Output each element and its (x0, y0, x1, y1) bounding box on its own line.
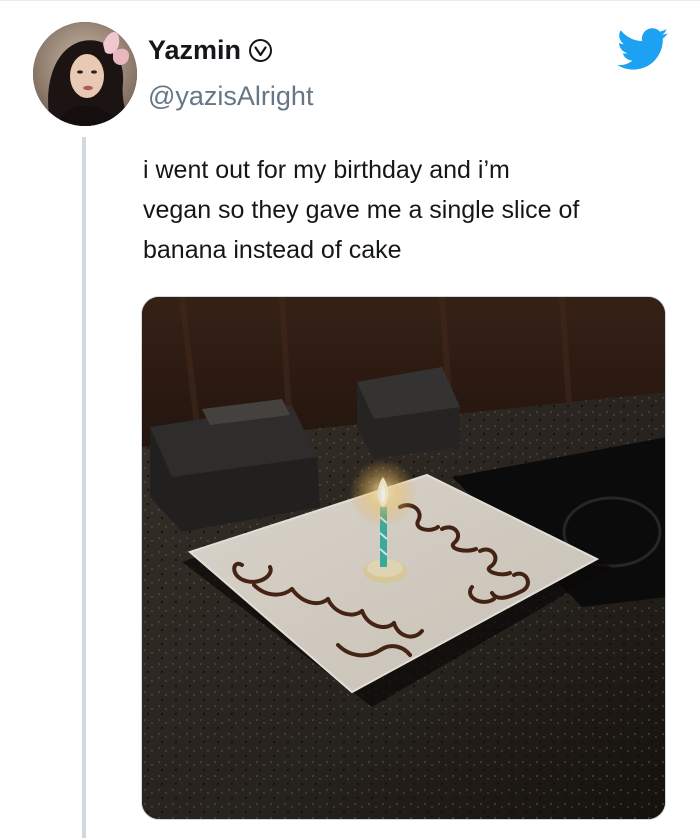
tweet-text-line: i went out for my birthday and i’m (143, 156, 510, 184)
divider (0, 0, 700, 1)
verified-badge-icon (248, 38, 273, 63)
tweet-photo[interactable] (141, 296, 666, 820)
tweet-card: Yazmin @yazisAlright i went out for my b… (0, 0, 700, 838)
avatar[interactable] (33, 22, 137, 126)
handle[interactable]: @yazisAlright (148, 80, 313, 112)
author-name-row[interactable]: Yazmin (148, 34, 273, 66)
thread-line (82, 137, 86, 838)
birthday-plate-photo (142, 297, 665, 819)
tweet-text-line: vegan so they gave me a single slice of (143, 196, 580, 224)
display-name[interactable]: Yazmin (148, 34, 241, 66)
twitter-bird-icon[interactable] (617, 28, 669, 71)
avatar-photo (33, 22, 137, 126)
tweet-text: i went out for my birthday and i’m vegan… (143, 150, 673, 270)
tweet-text-line: banana instead of cake (143, 236, 402, 264)
